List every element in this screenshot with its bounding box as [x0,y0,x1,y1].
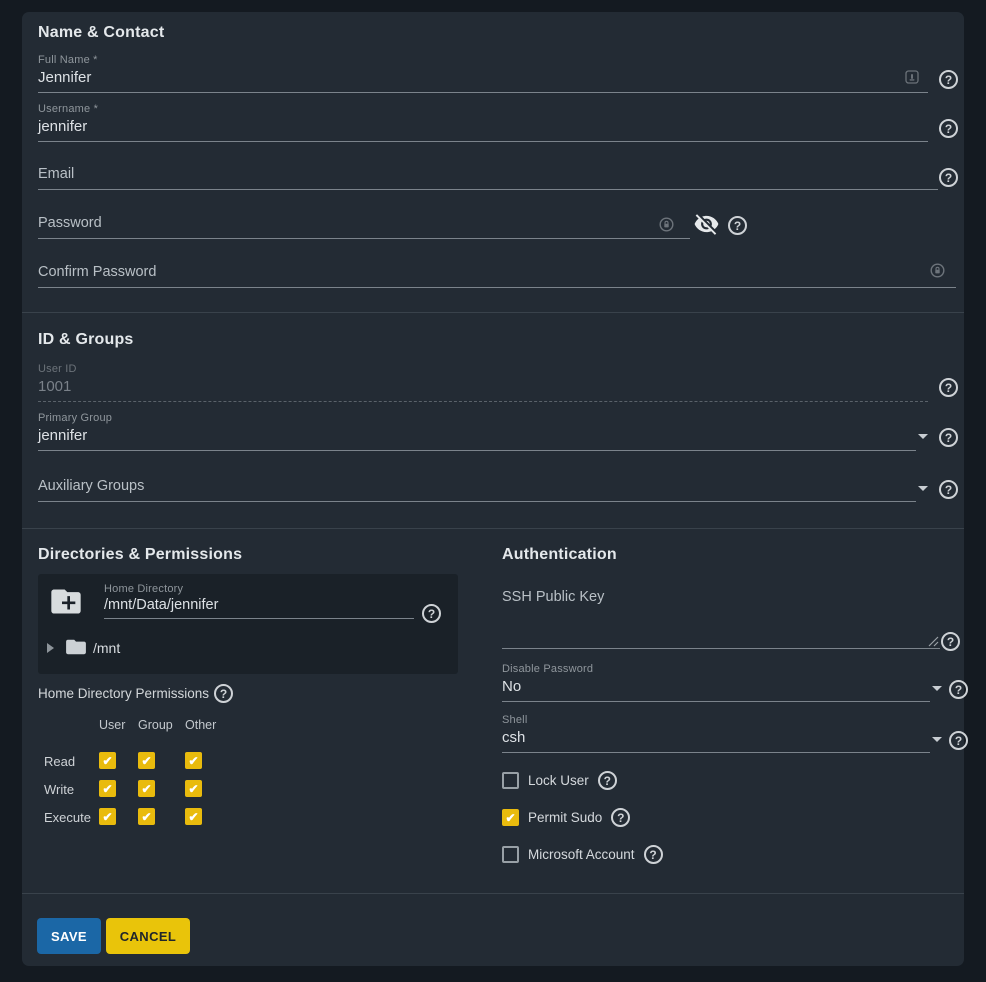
section-divider [22,893,964,894]
execute-group-checkbox[interactable] [138,808,155,825]
lock-user-label: Lock User [528,773,589,788]
section-title-directories: Directories & Permissions [38,546,243,563]
lock-user-checkbox[interactable] [502,772,519,789]
section-divider [22,312,964,313]
permit-sudo-row: Permit Sudo [502,808,631,827]
read-group-checkbox[interactable] [138,752,155,769]
permissions-row-write: Write [44,782,75,797]
permissions-row-read: Read [44,754,76,769]
help-icon[interactable] [939,480,958,499]
ssh-public-key-label: SSH Public Key [502,589,605,605]
section-title-authentication: Authentication [502,546,617,563]
add-user-form-card: Name & Contact Full Name * Jennifer User… [22,12,968,966]
autofill-icon [905,70,919,84]
permissions-column-group: Group [138,718,173,732]
microsoft-account-label: Microsoft Account [528,847,635,862]
chevron-down-icon[interactable] [918,486,928,491]
primary-group-label: Primary Group [38,412,113,424]
help-icon[interactable] [939,119,958,138]
shell-select: Shell csh [502,714,930,753]
cancel-button[interactable]: CANCEL [106,918,190,954]
authentication-checkbox-list: Lock User Permit Sudo Microsoft Account [502,769,802,879]
user-id-label: User ID [38,363,77,375]
chevron-down-icon[interactable] [918,434,928,439]
ssh-public-key-textarea[interactable] [502,612,940,649]
email-field: Email [38,164,938,190]
username-label: Username * [38,103,99,115]
help-icon[interactable] [214,684,234,703]
chevron-down-icon[interactable] [932,686,942,691]
execute-other-checkbox[interactable] [185,808,202,825]
confirm-password-input[interactable]: Confirm Password [38,262,956,288]
permissions-row-execute: Execute [44,810,91,825]
section-divider [22,528,964,529]
full-name-label: Full Name * [38,54,98,66]
home-directory-permissions-label: Home Directory Permissions [38,686,210,701]
password-lock-icon [930,263,945,278]
full-name-field: Full Name * Jennifer [38,54,928,93]
home-directory-input[interactable]: /mnt/Data/jennifer [104,597,414,619]
permit-sudo-checkbox[interactable] [502,809,519,826]
home-directory-permissions-row: Home Directory Permissions [38,684,234,703]
toggle-password-visibility-icon[interactable] [693,211,720,237]
email-input[interactable]: Email [38,164,938,190]
disable-password-label: Disable Password [502,663,594,675]
help-icon[interactable] [939,428,958,447]
auxiliary-groups-select: Auxiliary Groups [38,476,916,502]
home-directory-label: Home Directory [104,583,184,595]
help-icon[interactable] [941,632,960,651]
help-icon[interactable] [949,731,968,750]
section-title-name-contact: Name & Contact [38,24,165,41]
permit-sudo-label: Permit Sudo [528,810,603,825]
help-icon[interactable] [611,808,631,827]
section-title-id-groups: ID & Groups [38,331,134,348]
write-user-checkbox[interactable] [99,780,116,797]
tree-node-mnt[interactable]: /mnt [93,640,120,656]
permissions-grid: User Group Other Read Write Execute [38,718,229,836]
microsoft-account-row: Microsoft Account [502,845,663,864]
help-icon[interactable] [728,216,747,235]
help-icon[interactable] [939,378,958,397]
execute-user-checkbox[interactable] [99,808,116,825]
user-id-field: User ID 1001 [38,363,928,402]
read-other-checkbox[interactable] [185,752,202,769]
password-input[interactable]: Password [38,213,690,239]
help-icon[interactable] [422,604,441,623]
resize-handle-icon[interactable] [928,636,939,647]
confirm-password-field: Confirm Password [38,262,956,288]
chevron-down-icon[interactable] [932,737,942,742]
write-other-checkbox[interactable] [185,780,202,797]
help-icon[interactable] [939,168,958,187]
disable-password-value[interactable]: No [502,676,930,702]
help-icon[interactable] [597,771,617,790]
user-id-input: 1001 [38,376,928,402]
save-button[interactable]: SAVE [37,918,101,954]
password-field: Password [38,213,690,239]
password-lock-icon [659,217,674,232]
username-input[interactable]: jennifer [38,116,928,142]
primary-group-value[interactable]: jennifer [38,425,916,451]
auxiliary-groups-value[interactable]: Auxiliary Groups [38,476,916,502]
create-folder-icon[interactable] [50,588,82,615]
shell-value[interactable]: csh [502,727,930,753]
folder-icon[interactable] [65,638,87,656]
username-field: Username * jennifer [38,103,928,142]
full-name-input[interactable]: Jennifer [38,67,928,93]
permissions-column-other: Other [185,718,217,732]
help-icon[interactable] [643,845,663,864]
help-icon[interactable] [949,680,968,699]
permissions-column-user: User [99,718,126,732]
disable-password-select: Disable Password No [502,663,930,702]
write-group-checkbox[interactable] [138,780,155,797]
shell-label: Shell [502,714,528,726]
microsoft-account-checkbox[interactable] [502,846,519,863]
lock-user-row: Lock User [502,771,617,790]
help-icon[interactable] [939,70,958,89]
primary-group-select: Primary Group jennifer [38,412,916,451]
tree-expand-icon[interactable] [47,643,54,653]
read-user-checkbox[interactable] [99,752,116,769]
home-directory-explorer: Home Directory /mnt/Data/jennifer /mnt [38,574,458,674]
